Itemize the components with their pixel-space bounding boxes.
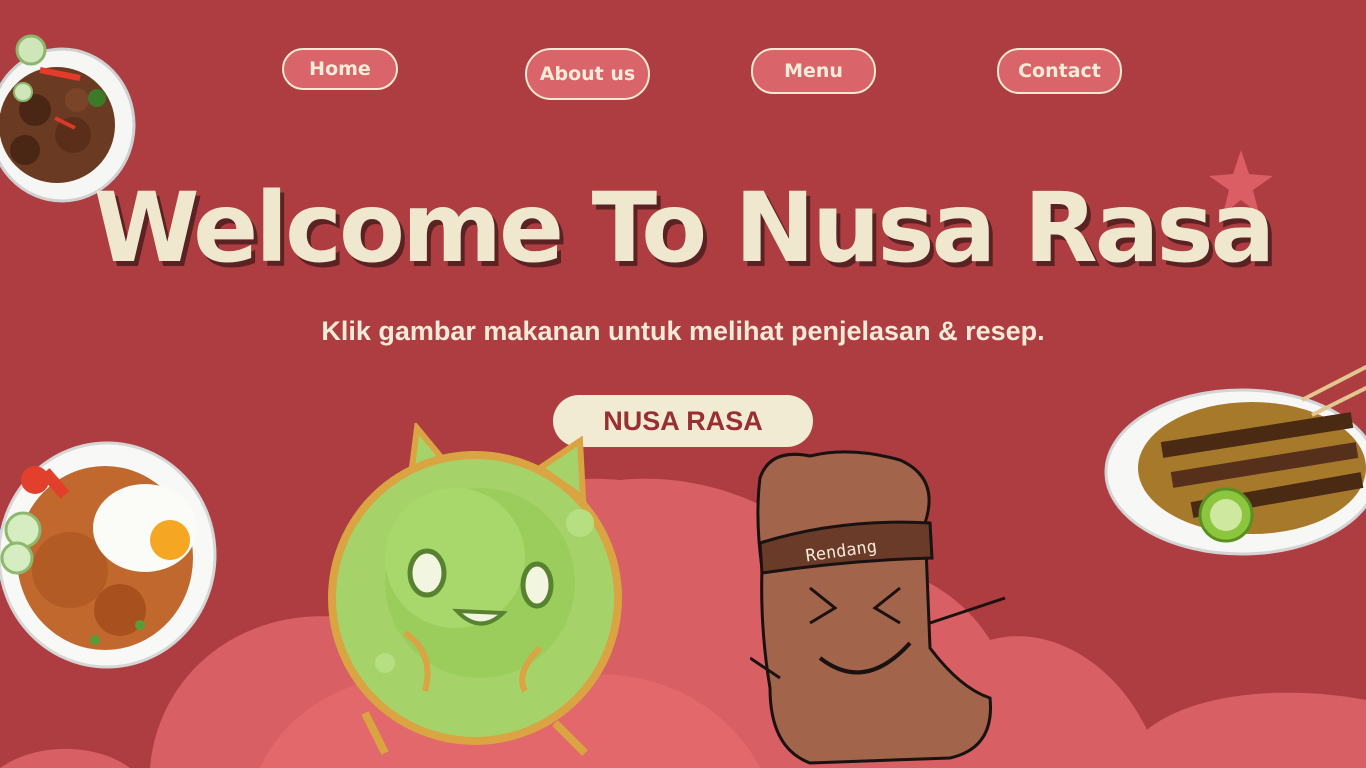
page-subtitle: Klik gambar makanan untuk melihat penjel… (321, 316, 1045, 346)
nav-menu-button[interactable]: Menu (751, 48, 876, 94)
nasi-goreng-dish-image[interactable] (0, 440, 220, 675)
page-title: Welcome To Nusa Rasa (93, 172, 1276, 284)
green-mascot-character (328, 423, 622, 756)
nav-contact-button[interactable]: Contact (997, 48, 1122, 94)
sate-dish-image[interactable] (1102, 360, 1366, 560)
nav-home-button[interactable]: Home (282, 48, 398, 90)
rendang-mascot-character: Rendang (750, 450, 1006, 765)
nav-about-button[interactable]: About us (525, 48, 650, 100)
